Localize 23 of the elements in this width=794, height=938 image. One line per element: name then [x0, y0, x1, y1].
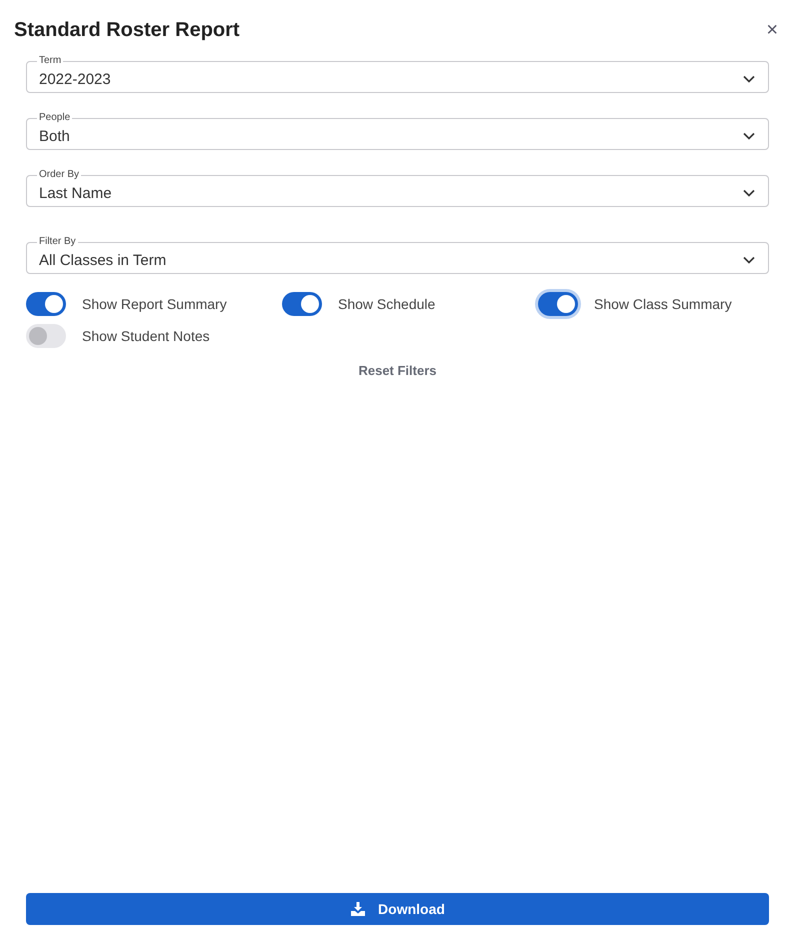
toggle-label: Show Report Summary — [82, 296, 227, 312]
chevron-down-icon — [743, 75, 755, 83]
toggle-switch[interactable] — [26, 292, 66, 316]
field-label: Filter By — [37, 236, 78, 248]
field-value: 2022-2023 — [39, 70, 112, 88]
toggle-label: Show Class Summary — [594, 296, 732, 312]
chevron-down-icon — [743, 189, 755, 197]
field-value: All Classes in Term — [39, 252, 168, 268]
toggle-label: Show Student Notes — [82, 328, 210, 344]
chevron-down-icon — [743, 132, 755, 140]
field-label: People — [37, 112, 72, 124]
dialog-title: Standard Roster Report — [14, 18, 240, 42]
field-value: Both — [39, 128, 71, 144]
chevron-down-icon — [743, 256, 755, 264]
download-button[interactable]: Download — [26, 893, 769, 925]
toggle-switch[interactable] — [26, 324, 66, 348]
download-icon — [350, 901, 366, 917]
toggle-switch[interactable] — [282, 292, 322, 316]
reset-filters-button[interactable]: Reset Filters — [352, 362, 443, 379]
field-label: Order By — [37, 169, 82, 181]
toggle-label: Show Schedule — [338, 296, 436, 312]
close-button[interactable]: × — [762, 20, 782, 40]
field-value: Last Name — [39, 184, 113, 202]
